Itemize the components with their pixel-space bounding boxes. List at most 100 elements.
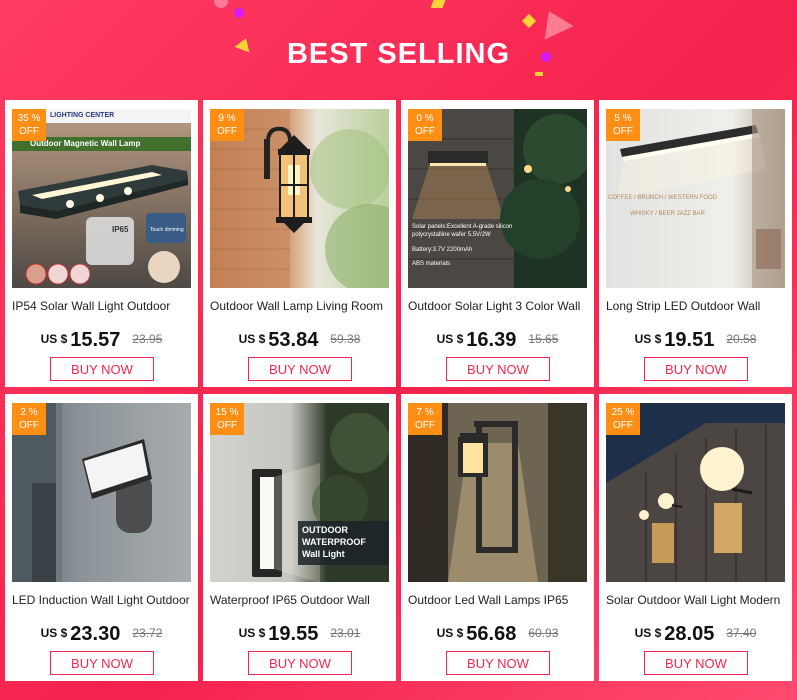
product-card[interactable]: 2 % OFF LED Induction Wall Light Outdoor…: [5, 394, 198, 681]
buy-now-button[interactable]: BUY NOW: [446, 357, 550, 381]
currency-label: US $: [436, 626, 464, 640]
discount-value: 0 %: [416, 113, 434, 124]
product-card[interactable]: OUTDOOR WATERPROOF Wall Light 15 % OFF W…: [203, 394, 396, 681]
product-name[interactable]: Outdoor Led Wall Lamps IP65: [408, 593, 592, 607]
product-card[interactable]: Solar panels:Excellent A-grade silicon p…: [401, 100, 594, 387]
discount-badge: 9 % OFF: [210, 109, 244, 141]
product-name[interactable]: Outdoor Solar Light 3 Color Wall: [408, 299, 592, 313]
product-card[interactable]: 9 % OFF Outdoor Wall Lamp Living Room US…: [203, 100, 396, 387]
product-name[interactable]: IP54 Solar Wall Light Outdoor: [12, 299, 196, 313]
sale-price: 23.30: [70, 623, 121, 645]
product-image[interactable]: Solar panels:Excellent A-grade silicon p…: [408, 109, 587, 288]
buy-now-button[interactable]: BUY NOW: [644, 651, 748, 675]
rating-text: IP65: [112, 225, 129, 234]
product-name[interactable]: Long Strip LED Outdoor Wall: [606, 299, 790, 313]
product-image[interactable]: COFFEE / BRUNCH / WESTERN FOOD WHISKY / …: [606, 109, 785, 288]
original-price: 23.95: [132, 332, 163, 346]
product-card[interactable]: 7 % OFF Outdoor Led Wall Lamps IP65 US $…: [401, 394, 594, 681]
section-title: BEST SELLING: [286, 38, 511, 70]
discount-value: 2 %: [20, 407, 38, 418]
confetti-piece: [535, 72, 543, 76]
product-image[interactable]: OUTDOOR WATERPROOF Wall Light 15 % OFF: [210, 403, 389, 582]
confetti-piece: [521, 13, 537, 29]
original-price: 37.40: [726, 626, 757, 640]
discount-badge: 7 % OFF: [408, 403, 442, 435]
price-row: US $15.57 23.95: [5, 329, 198, 352]
discount-off-label: OFF: [19, 420, 39, 431]
discount-off-label: OFF: [613, 126, 633, 137]
product-grid: LIGHTING CENTER Outdoor Magnetic Wall La…: [5, 100, 793, 681]
discount-off-label: OFF: [217, 420, 237, 431]
price-row: US $23.30 23.72: [5, 623, 198, 646]
discount-badge: 15 % OFF: [210, 403, 244, 435]
discount-badge: 5 % OFF: [606, 109, 640, 141]
discount-off-label: OFF: [19, 126, 39, 137]
image-headline: Wall Light: [302, 549, 345, 559]
buy-now-button[interactable]: BUY NOW: [248, 357, 352, 381]
buy-now-button[interactable]: BUY NOW: [50, 357, 154, 381]
sale-price: 15.57: [70, 329, 121, 351]
price-row: US $53.84 59.38: [203, 329, 396, 352]
discount-value: 5 %: [614, 113, 632, 124]
discount-value: 25 %: [611, 407, 635, 418]
product-image[interactable]: 7 % OFF: [408, 403, 587, 582]
product-image[interactable]: 9 % OFF: [210, 109, 389, 288]
sale-price: 56.68: [466, 623, 517, 645]
currency-label: US $: [40, 626, 68, 640]
wall-text: WHISKY / BEER JAZZ BAR: [630, 211, 705, 217]
wall-text: COFFEE / BRUNCH / WESTERN FOOD: [608, 195, 718, 201]
original-price: 59.38: [330, 332, 361, 346]
discount-value: 9 %: [218, 113, 236, 124]
currency-label: US $: [634, 626, 662, 640]
buy-now-button[interactable]: BUY NOW: [644, 357, 748, 381]
discount-value: 7 %: [416, 407, 434, 418]
discount-value: 15 %: [215, 407, 239, 418]
sale-price: 16.39: [466, 329, 517, 351]
discount-off-label: OFF: [415, 420, 435, 431]
product-card[interactable]: COFFEE / BRUNCH / WESTERN FOOD WHISKY / …: [599, 100, 792, 387]
product-image[interactable]: LIGHTING CENTER Outdoor Magnetic Wall La…: [12, 109, 191, 288]
discount-badge: 35 % OFF: [12, 109, 46, 141]
price-row: US $19.51 20.58: [599, 329, 792, 352]
product-card[interactable]: 25 % OFF Solar Outdoor Wall Light Modern…: [599, 394, 792, 681]
sale-price: 28.05: [664, 623, 715, 645]
confetti-piece: [234, 8, 244, 18]
product-name[interactable]: Outdoor Wall Lamp Living Room: [210, 299, 394, 313]
currency-label: US $: [634, 332, 662, 346]
buy-now-button[interactable]: BUY NOW: [248, 651, 352, 675]
product-image[interactable]: 25 % OFF: [606, 403, 785, 582]
discount-off-label: OFF: [217, 126, 237, 137]
spec-text: ABS materials: [412, 261, 451, 267]
original-price: 20.58: [726, 332, 757, 346]
brand-text: LIGHTING CENTER: [50, 112, 115, 119]
confetti-piece: [214, 0, 228, 8]
discount-value: 35 %: [17, 113, 41, 124]
spec-text: Solar panels:Excellent A-grade silicon p…: [412, 224, 513, 238]
product-name[interactable]: Waterproof IP65 Outdoor Wall: [210, 593, 394, 607]
discount-off-label: OFF: [415, 126, 435, 137]
product-name[interactable]: Solar Outdoor Wall Light Modern: [606, 593, 790, 607]
price-row: US $16.39 15.65: [401, 329, 594, 352]
product-image[interactable]: 2 % OFF: [12, 403, 191, 582]
image-headline: OUTDOOR: [302, 525, 348, 535]
image-headline: Outdoor Magnetic Wall Lamp: [30, 139, 141, 148]
product-card[interactable]: LIGHTING CENTER Outdoor Magnetic Wall La…: [5, 100, 198, 387]
discount-badge: 2 % OFF: [12, 403, 46, 435]
currency-label: US $: [238, 626, 266, 640]
original-price: 60.93: [528, 626, 559, 640]
discount-badge: 0 % OFF: [408, 109, 442, 141]
confetti-piece: [430, 0, 446, 8]
buy-now-button[interactable]: BUY NOW: [446, 651, 550, 675]
sale-price: 19.51: [664, 329, 715, 351]
currency-label: US $: [40, 332, 68, 346]
buy-now-button[interactable]: BUY NOW: [50, 651, 154, 675]
confetti-piece: [534, 4, 574, 40]
price-row: US $28.05 37.40: [599, 623, 792, 646]
sale-price: 53.84: [268, 329, 319, 351]
currency-label: US $: [238, 332, 266, 346]
sale-price: 19.55: [268, 623, 319, 645]
price-row: US $19.55 23.01: [203, 623, 396, 646]
discount-badge: 25 % OFF: [606, 403, 640, 435]
product-name[interactable]: LED Induction Wall Light Outdoor: [12, 593, 196, 607]
currency-label: US $: [436, 332, 464, 346]
